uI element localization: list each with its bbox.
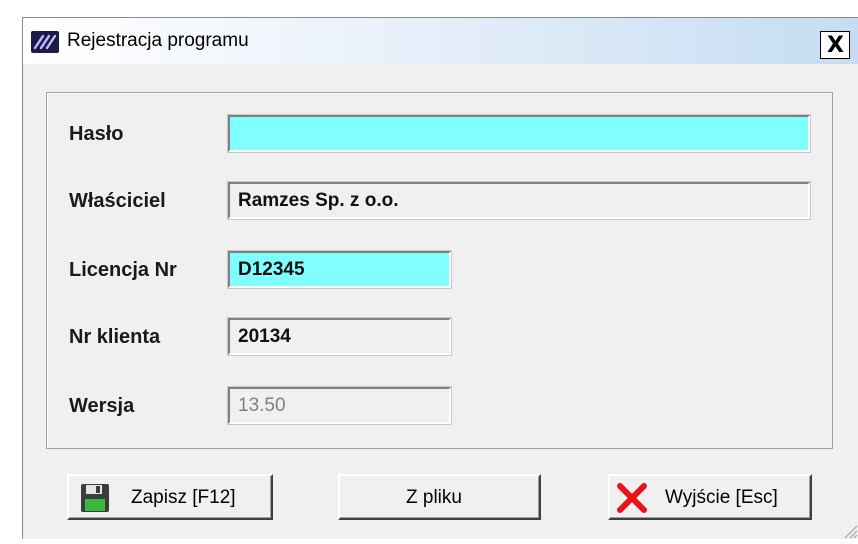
license-number-label: Licencja Nr (69, 259, 177, 281)
save-button[interactable]: Zapisz [F12] (67, 474, 273, 520)
red-x-icon (616, 482, 648, 520)
from-file-button-label: Z pliku (406, 487, 462, 508)
owner-label: Właściciel (69, 190, 166, 212)
resize-grip-icon[interactable] (840, 521, 858, 539)
registration-dialog: Rejestracja programu X Hasło Właściciel … (22, 17, 858, 539)
close-button[interactable]: X (820, 31, 850, 59)
floppy-disk-icon (79, 482, 111, 520)
save-button-label: Zapisz [F12] (131, 487, 236, 508)
client-number-field (227, 317, 452, 356)
client-number-label: Nr klienta (69, 326, 161, 348)
version-field (227, 386, 452, 425)
title-bar[interactable]: Rejestracja programu X (23, 18, 858, 64)
owner-field (227, 181, 811, 220)
password-label: Hasło (69, 123, 124, 145)
from-file-button[interactable]: Z pliku (338, 474, 541, 520)
app-logo-icon (31, 31, 59, 53)
exit-button-label: Wyjście [Esc] (665, 487, 778, 508)
password-input[interactable] (227, 114, 811, 153)
license-number-input[interactable] (227, 250, 452, 289)
exit-button[interactable]: Wyjście [Esc] (608, 474, 812, 520)
window-title: Rejestracja programu (67, 30, 249, 51)
version-label: Wersja (69, 395, 135, 417)
